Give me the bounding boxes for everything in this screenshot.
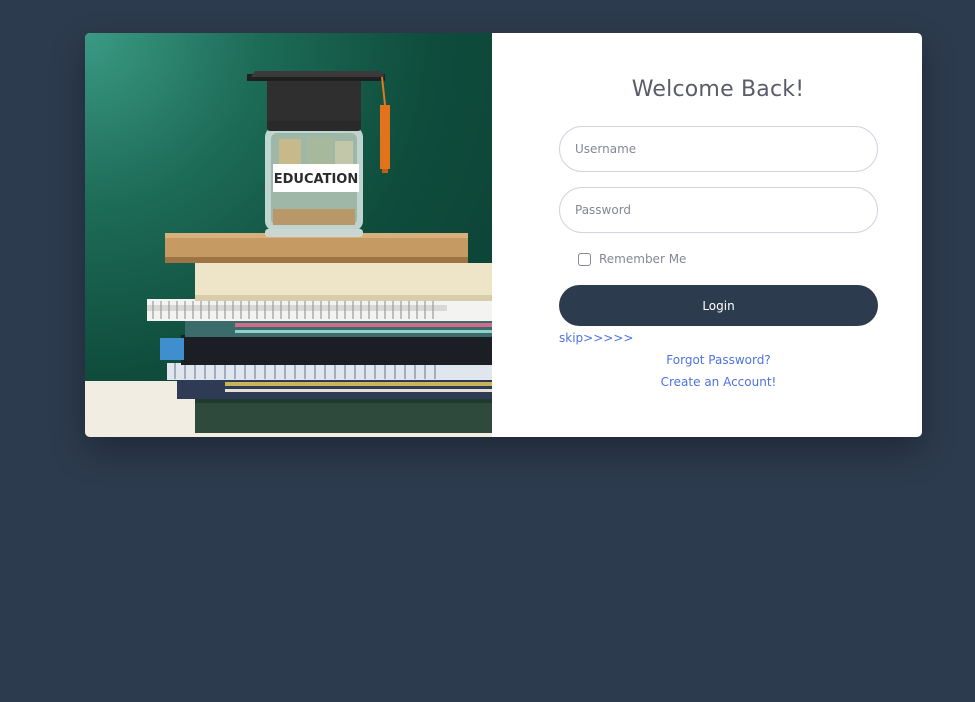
login-card: EDUCATION Welcome Back! Remember Me Logi… (85, 33, 922, 437)
checkbox-box[interactable] (578, 252, 591, 266)
forgot-password-link[interactable]: Forgot Password? (559, 353, 878, 367)
skip-link[interactable]: skip>>>>> (559, 331, 633, 345)
login-button[interactable]: Login (559, 285, 878, 326)
remember-me-checkbox[interactable]: Remember Me (578, 250, 686, 268)
page-title: Welcome Back! (631, 77, 805, 102)
login-form-panel: Welcome Back! Remember Me Login skip>>>>… (492, 33, 922, 437)
create-account-link[interactable]: Create an Account! (559, 375, 878, 389)
books-jar-illustration: EDUCATION (85, 71, 492, 437)
education-photo: EDUCATION (85, 33, 492, 437)
username-input[interactable] (559, 126, 878, 172)
password-input[interactable] (559, 187, 878, 233)
jar-label: EDUCATION (274, 172, 358, 187)
remember-me-label: Remember Me (599, 252, 687, 266)
